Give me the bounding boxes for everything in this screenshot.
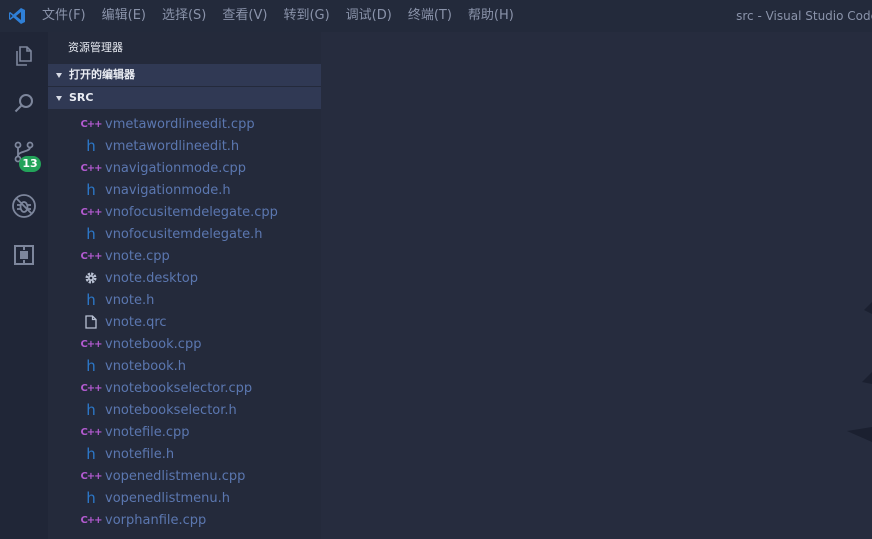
collapse-triangle-icon bbox=[56, 72, 62, 78]
cpp-file-icon: C++ bbox=[80, 338, 102, 350]
file-name: vnote.h bbox=[105, 292, 155, 308]
file-row[interactable]: C++ vnofocusitemdelegate.cpp bbox=[48, 201, 321, 223]
file-name: vnotebookselector.h bbox=[105, 402, 237, 418]
cpp-file-icon: C++ bbox=[80, 162, 102, 174]
file-row[interactable]: h vnotebookselector.h bbox=[48, 399, 321, 421]
search-icon[interactable] bbox=[0, 80, 48, 128]
menu-go[interactable]: 转到(G) bbox=[275, 0, 337, 32]
file-name: vmetawordlineedit.cpp bbox=[105, 116, 255, 132]
window-title: src - Visual Studio Code bbox=[736, 9, 872, 23]
header-file-icon: h bbox=[86, 445, 96, 463]
file-row[interactable]: C++ vorphanfile.cpp bbox=[48, 509, 321, 531]
file-tree: C++ vmetawordlineedit.cpp h vmetawordlineed… bbox=[48, 113, 321, 531]
file-icon bbox=[82, 311, 100, 333]
vscode-window: 文件(F) 编辑(E) 选择(S) 查看(V) 转到(G) 调试(D) 终端(T… bbox=[0, 0, 872, 539]
cpp-file-icon: C++ bbox=[80, 382, 102, 394]
file-name: vnotebook.cpp bbox=[105, 336, 202, 352]
editor-area[interactable] bbox=[321, 32, 872, 539]
file-name: vnote.qrc bbox=[105, 314, 167, 330]
file-row[interactable]: C++ vnotebook.cpp bbox=[48, 333, 321, 355]
file-name: vnofocusitemdelegate.cpp bbox=[105, 204, 278, 220]
header-file-icon: h bbox=[86, 137, 96, 155]
file-row[interactable]: h vnotefile.h bbox=[48, 443, 321, 465]
file-row[interactable]: vnote.qrc bbox=[48, 311, 321, 333]
menu-bar: 文件(F) 编辑(E) 选择(S) 查看(V) 转到(G) 调试(D) 终端(T… bbox=[34, 0, 522, 32]
cpp-file-icon: C++ bbox=[80, 470, 102, 482]
cpp-file-icon: C++ bbox=[80, 118, 102, 130]
cpp-file-icon: C++ bbox=[80, 514, 102, 526]
menu-terminal[interactable]: 终端(T) bbox=[400, 0, 460, 32]
file-name: vnavigationmode.h bbox=[105, 182, 231, 198]
explorer-sidebar: 资源管理器 打开的编辑器 SRC C++ vmetawordlineedit.cp… bbox=[48, 32, 321, 539]
extensions-icon[interactable] bbox=[0, 231, 48, 279]
titlebar: 文件(F) 编辑(E) 选择(S) 查看(V) 转到(G) 调试(D) 终端(T… bbox=[0, 0, 872, 32]
editor-watermark bbox=[847, 302, 872, 442]
cpp-file-icon: C++ bbox=[80, 206, 102, 218]
file-name: vnotefile.h bbox=[105, 446, 175, 462]
file-row[interactable]: h vnotebook.h bbox=[48, 355, 321, 377]
file-row[interactable]: C++ vnavigationmode.cpp bbox=[48, 157, 321, 179]
file-row[interactable]: h vnavigationmode.h bbox=[48, 179, 321, 201]
file-name: vnavigationmode.cpp bbox=[105, 160, 246, 176]
file-row[interactable]: h vopenedlistmenu.h bbox=[48, 487, 321, 509]
menu-view[interactable]: 查看(V) bbox=[214, 0, 275, 32]
file-row[interactable]: C++ vnotebookselector.cpp bbox=[48, 377, 321, 399]
file-name: vnote.cpp bbox=[105, 248, 170, 264]
header-file-icon: h bbox=[86, 225, 96, 243]
file-name: vnotebookselector.cpp bbox=[105, 380, 253, 396]
gear-icon bbox=[82, 267, 100, 289]
file-name: vnotefile.cpp bbox=[105, 424, 190, 440]
vscode-logo-icon bbox=[0, 0, 34, 32]
file-name: vopenedlistmenu.h bbox=[105, 490, 230, 506]
cpp-file-icon: C++ bbox=[80, 250, 102, 262]
file-row[interactable]: C++ vnotefile.cpp bbox=[48, 421, 321, 443]
file-row[interactable]: C++ vmetawordlineedit.cpp bbox=[48, 113, 321, 135]
menu-file[interactable]: 文件(F) bbox=[34, 0, 94, 32]
file-name: vnotebook.h bbox=[105, 358, 187, 374]
file-row[interactable]: C++ vnote.cpp bbox=[48, 245, 321, 267]
file-name: vnofocusitemdelegate.h bbox=[105, 226, 263, 242]
cpp-file-icon: C++ bbox=[80, 426, 102, 438]
file-name: vnote.desktop bbox=[105, 270, 198, 286]
file-name: vopenedlistmenu.cpp bbox=[105, 468, 246, 484]
header-file-icon: h bbox=[86, 357, 96, 375]
menu-edit[interactable]: 编辑(E) bbox=[94, 0, 154, 32]
menu-help[interactable]: 帮助(H) bbox=[460, 0, 522, 32]
debug-icon[interactable] bbox=[0, 182, 48, 230]
explorer-title: 资源管理器 bbox=[68, 41, 123, 54]
header-file-icon: h bbox=[86, 401, 96, 419]
activity-bar: 13 bbox=[0, 32, 48, 539]
folder-label: SRC bbox=[69, 91, 94, 104]
expand-triangle-icon bbox=[56, 95, 62, 101]
menu-debug[interactable]: 调试(D) bbox=[338, 0, 400, 32]
scm-badge: 13 bbox=[19, 156, 41, 172]
file-row[interactable]: h vnofocusitemdelegate.h bbox=[48, 223, 321, 245]
file-name: vmetawordlineedit.h bbox=[105, 138, 240, 154]
folder-section-src[interactable]: SRC bbox=[48, 87, 321, 109]
file-row[interactable]: h vnote.h bbox=[48, 289, 321, 311]
files-icon[interactable] bbox=[0, 32, 48, 80]
open-editors-section[interactable]: 打开的编辑器 bbox=[48, 64, 321, 86]
menu-selection[interactable]: 选择(S) bbox=[154, 0, 214, 32]
file-row[interactable]: C++ vopenedlistmenu.cpp bbox=[48, 465, 321, 487]
open-editors-label: 打开的编辑器 bbox=[69, 68, 135, 81]
header-file-icon: h bbox=[86, 489, 96, 507]
header-file-icon: h bbox=[86, 181, 96, 199]
header-file-icon: h bbox=[86, 291, 96, 309]
file-row[interactable]: h vmetawordlineedit.h bbox=[48, 135, 321, 157]
file-name: vorphanfile.cpp bbox=[105, 512, 207, 528]
file-row[interactable]: vnote.desktop bbox=[48, 267, 321, 289]
